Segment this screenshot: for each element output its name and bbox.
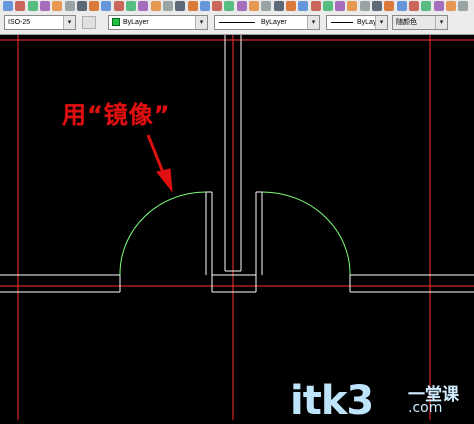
toolbar-tool-icon[interactable]	[335, 1, 346, 11]
toolbar-tool-icon[interactable]	[396, 1, 407, 11]
chevron-down-icon[interactable]: ▾	[375, 16, 387, 29]
toolbar-tool-icon[interactable]	[52, 1, 63, 11]
toolbar-tool-icon[interactable]	[15, 1, 26, 11]
toolbar-tool-icon[interactable]	[76, 1, 87, 11]
toolbar-tool-icon[interactable]	[421, 1, 432, 11]
toolbar-tool-icon[interactable]	[3, 1, 13, 11]
linetype-preview	[219, 22, 255, 23]
plotstyle-value: 随颜色	[396, 19, 417, 26]
toolbar-tool-icon[interactable]	[445, 1, 456, 11]
linetype-value: ByLayer	[261, 19, 287, 26]
wall-lines	[0, 35, 474, 293]
dimstyle-value: ISO-25	[8, 19, 31, 26]
toolbar-tool-icon[interactable]	[285, 1, 296, 11]
toolbar-tool-icon[interactable]	[359, 1, 370, 11]
toolbar-tool-icon[interactable]	[347, 1, 358, 11]
toolbar-tool-icon[interactable]	[298, 1, 309, 11]
toolbar-tool-icon[interactable]	[224, 1, 235, 11]
chevron-down-icon[interactable]: ▾	[307, 16, 319, 29]
toolbar-tool-icon[interactable]	[138, 1, 149, 11]
annotation-text: 用“镜像”	[62, 101, 171, 129]
toolbar-tool-icon[interactable]	[39, 1, 50, 11]
toolbar-tool-icon[interactable]	[187, 1, 198, 11]
toolbar-tool-icon[interactable]	[273, 1, 284, 11]
properties-toolbar: ISO-25 ▾ ByLayer ▾ ByLayer ▾ ByLayer ▾ 随…	[0, 12, 474, 35]
cad-drawing	[0, 35, 474, 420]
color-value: ByLayer	[123, 19, 149, 26]
toolbar-tool-icon[interactable]	[175, 1, 186, 11]
toolbar-tool-icon[interactable]	[310, 1, 321, 11]
door-arc-right	[261, 191, 351, 276]
color-swatch-icon	[112, 18, 120, 27]
annotation-arrow	[146, 134, 173, 193]
lineweight-preview	[331, 22, 353, 23]
toolbar-tool-icon[interactable]	[433, 1, 444, 11]
toolbar-tool-icon[interactable]	[322, 1, 333, 11]
toolbar-tool-icon[interactable]	[89, 1, 100, 11]
chevron-down-icon[interactable]: ▾	[195, 16, 207, 29]
door-arcs	[119, 191, 351, 276]
toolbar-tool-icon[interactable]	[372, 1, 382, 11]
plotstyle-select[interactable]: 随颜色 ▾	[392, 15, 448, 30]
toolbar-tool-icon[interactable]	[212, 1, 223, 11]
axis-lines	[0, 35, 474, 420]
toolbar-tool-icon[interactable]	[27, 1, 38, 11]
watermark-brand: itk3	[290, 378, 374, 424]
toolbar-tool-icon[interactable]	[113, 1, 124, 11]
dimstyle-select[interactable]: ISO-25 ▾	[4, 15, 76, 30]
watermark-logo: itk3 一堂课 .com	[290, 378, 459, 424]
lineweight-select[interactable]: ByLayer ▾	[326, 15, 388, 30]
chevron-down-icon[interactable]: ▾	[435, 16, 447, 29]
toolbar-tool-icon[interactable]	[126, 1, 136, 11]
toolbar-tool-icon[interactable]	[384, 1, 395, 11]
chevron-down-icon[interactable]: ▾	[63, 16, 75, 29]
toolbar-tool-icon[interactable]	[162, 1, 173, 11]
toolbar-tool-icon[interactable]	[101, 1, 112, 11]
door-arc-left	[119, 191, 207, 276]
color-select[interactable]: ByLayer ▾	[108, 15, 208, 30]
toolbar-tool-icon[interactable]	[236, 1, 247, 11]
watermark-domain: .com	[408, 400, 443, 416]
toolbar-tool-icon[interactable]	[408, 1, 419, 11]
match-properties-icon[interactable]	[82, 16, 96, 29]
drawing-canvas[interactable]	[0, 35, 474, 420]
toolbar-tool-icon[interactable]	[458, 1, 469, 11]
toolbar-tool-icon[interactable]	[150, 1, 161, 11]
toolbar-tool-icon[interactable]	[199, 1, 210, 11]
toolbar-tool-icon[interactable]	[64, 1, 75, 11]
toolbar-tool-icon[interactable]	[261, 1, 272, 11]
toolbar-tool-icon[interactable]	[249, 1, 259, 11]
linetype-select[interactable]: ByLayer ▾	[214, 15, 320, 30]
